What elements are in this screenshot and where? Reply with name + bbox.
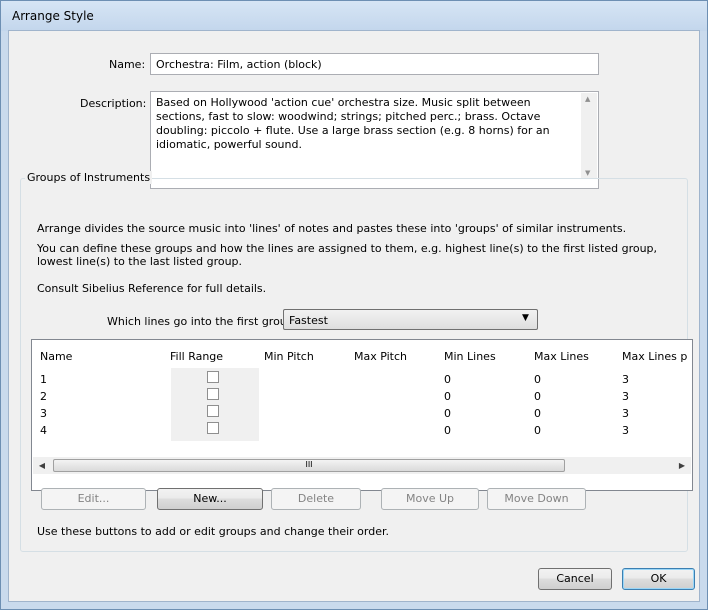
fill-range-checkbox[interactable]: [207, 405, 219, 417]
move-up-button[interactable]: Move Up: [381, 488, 479, 510]
row-max-lines-p: 3: [622, 407, 629, 420]
row-name: 3: [40, 407, 47, 420]
title-bar[interactable]: Arrange Style: [1, 1, 707, 31]
row-name: 2: [40, 390, 47, 403]
fill-range-checkbox[interactable]: [207, 388, 219, 400]
row-max-lines-p: 3: [622, 373, 629, 386]
window-title: Arrange Style: [12, 9, 94, 23]
groups-table[interactable]: Name Fill Range Min Pitch Max Pitch Min …: [31, 339, 693, 491]
fill-range-checkbox[interactable]: [207, 422, 219, 434]
col-header-min-lines[interactable]: Min Lines: [444, 350, 496, 363]
row-name: 4: [40, 424, 47, 437]
groups-title: Groups of Instruments: [25, 171, 153, 184]
description-field[interactable]: Based on Hollywood 'action cue' orchestr…: [150, 91, 599, 189]
table-horizontal-scrollbar[interactable]: ◀ III ▶: [33, 457, 691, 474]
col-header-max-lines-p[interactable]: Max Lines p: [622, 350, 687, 363]
name-field[interactable]: Orchestra: Film, action (block): [150, 53, 599, 75]
which-lines-select[interactable]: Fastest ▼: [283, 309, 538, 330]
row-max-lines-p: 3: [622, 424, 629, 437]
row-min-lines: 0: [444, 424, 451, 437]
scroll-up-icon[interactable]: ▲: [585, 95, 590, 103]
delete-button[interactable]: Delete: [271, 488, 361, 510]
name-label: Name:: [109, 58, 146, 71]
scroll-left-icon[interactable]: ◀: [36, 459, 48, 472]
scroll-down-icon[interactable]: ▼: [585, 169, 590, 177]
scroll-right-icon[interactable]: ▶: [676, 459, 688, 472]
groups-text-3: Consult Sibelius Reference for full deta…: [37, 282, 267, 295]
col-header-fill-range[interactable]: Fill Range: [170, 350, 223, 363]
ok-button[interactable]: OK: [622, 568, 695, 590]
row-min-lines: 0: [444, 373, 451, 386]
col-header-max-pitch[interactable]: Max Pitch: [354, 350, 407, 363]
description-scrollbar[interactable]: ▲ ▼: [581, 93, 597, 179]
fill-range-checkbox[interactable]: [207, 371, 219, 383]
row-max-lines-p: 3: [622, 390, 629, 403]
col-header-max-lines[interactable]: Max Lines: [534, 350, 589, 363]
dropdown-arrow-icon: ▼: [522, 313, 529, 323]
scroll-grip-icon: III: [305, 460, 313, 469]
which-lines-label: Which lines go into the first group:: [107, 315, 298, 328]
col-header-min-pitch[interactable]: Min Pitch: [264, 350, 314, 363]
row-max-lines: 0: [534, 407, 541, 420]
groups-text-2: You can define these groups and how the …: [37, 242, 658, 268]
edit-button[interactable]: Edit...: [41, 488, 146, 510]
move-down-button[interactable]: Move Down: [487, 488, 586, 510]
groups-hint: Use these buttons to add or edit groups …: [37, 525, 389, 538]
row-max-lines: 0: [534, 390, 541, 403]
description-label: Description:: [80, 97, 147, 110]
row-min-lines: 0: [444, 390, 451, 403]
which-lines-value: Fastest: [289, 314, 328, 327]
row-max-lines: 0: [534, 424, 541, 437]
cancel-button[interactable]: Cancel: [538, 568, 612, 590]
row-min-lines: 0: [444, 407, 451, 420]
groups-text-1: Arrange divides the source music into 'l…: [37, 222, 627, 235]
col-header-name[interactable]: Name: [40, 350, 72, 363]
description-value: Based on Hollywood 'action cue' orchestr…: [156, 96, 550, 151]
scroll-thumb[interactable]: III: [53, 459, 565, 472]
row-name: 1: [40, 373, 47, 386]
new-button[interactable]: New...: [157, 488, 263, 510]
name-value: Orchestra: Film, action (block): [156, 58, 322, 71]
row-max-lines: 0: [534, 373, 541, 386]
